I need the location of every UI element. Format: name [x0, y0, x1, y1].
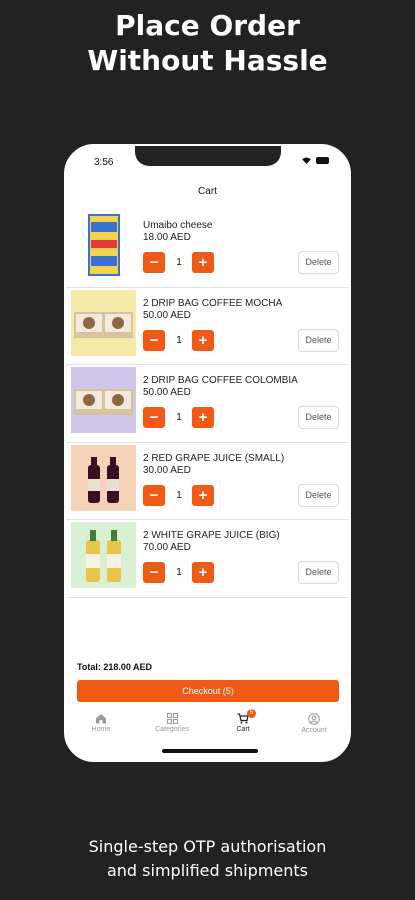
- cart-count-badge: 5: [247, 709, 256, 718]
- item-price: 50.00 AED: [143, 309, 191, 321]
- tab-label: Home: [91, 726, 111, 733]
- phone-notch: [135, 146, 281, 166]
- item-price: 18.00 AED: [143, 232, 191, 243]
- item-name: 2 DRIP BAG COFFEE COLOMBIA: [143, 375, 298, 386]
- promo-headline: Place Order Without Hassle: [0, 8, 415, 78]
- grid-icon: [166, 713, 178, 724]
- tab-categories[interactable]: Categories: [142, 712, 202, 733]
- headline-line-1: Place Order: [115, 9, 300, 42]
- cart-item: 2 DRIP BAG COFFEE COLOMBIA 50.00 AED − 1…: [66, 365, 349, 443]
- item-quantity: 1: [176, 567, 182, 578]
- item-quantity: 1: [176, 489, 182, 501]
- item-price: 30.00 AED: [143, 464, 191, 476]
- decrease-qty-button[interactable]: −: [143, 407, 165, 428]
- cart-total: Total: 218.00 AED: [77, 662, 153, 672]
- promo-caption: Single-step OTP authorisation and simpli…: [0, 835, 415, 883]
- checkout-button[interactable]: Checkout (5): [77, 680, 339, 702]
- decrease-qty-button[interactable]: −: [143, 252, 165, 273]
- delete-button[interactable]: Delete: [298, 483, 339, 507]
- home-icon: [96, 714, 106, 724]
- product-image-coffee-colombia: [71, 367, 136, 433]
- tab-label: Account: [301, 727, 327, 734]
- phone-frame: 3:56 Cart Umaibo cheese 18.00 AED − 1 + …: [64, 144, 351, 762]
- page-title: Cart: [198, 186, 217, 197]
- item-quantity: 1: [176, 257, 182, 268]
- delete-button[interactable]: Delete: [298, 328, 339, 352]
- decrease-qty-button[interactable]: −: [143, 484, 165, 506]
- home-indicator: [162, 749, 258, 753]
- delete-button[interactable]: Delete: [298, 406, 339, 429]
- caption-line-2: and simplified shipments: [106, 861, 309, 880]
- increase-qty-button[interactable]: +: [192, 562, 214, 583]
- cart-item: Umaibo cheese 18.00 AED − 1 + Delete: [66, 210, 349, 288]
- tab-label: Cart: [236, 726, 250, 733]
- increase-qty-button[interactable]: +: [192, 252, 214, 273]
- tab-bar: Home Categories 5 Cart Account: [66, 709, 349, 744]
- product-image-umaibo: [71, 212, 136, 278]
- delete-button[interactable]: Delete: [298, 251, 339, 274]
- cart-item: 2 WHITE GRAPE JUICE (BIG) 70.00 AED − 1 …: [66, 520, 349, 598]
- product-image-white-grape-juice: [71, 522, 136, 588]
- item-price: 50.00 AED: [143, 387, 191, 398]
- item-name: 2 DRIP BAG COFFEE MOCHA: [143, 297, 283, 309]
- item-name: Umaibo cheese: [143, 220, 213, 231]
- tab-label: Categories: [155, 726, 189, 733]
- cart-list: Umaibo cheese 18.00 AED − 1 + Delete 2 D…: [66, 210, 349, 598]
- battery-icon: [316, 157, 329, 164]
- tab-home[interactable]: Home: [71, 712, 131, 733]
- headline-line-2: Without Hassle: [87, 44, 328, 77]
- item-quantity: 1: [176, 334, 182, 346]
- status-time: 3:56: [94, 157, 114, 168]
- tab-account[interactable]: Account: [284, 712, 344, 734]
- delete-button[interactable]: Delete: [298, 561, 339, 584]
- increase-qty-button[interactable]: +: [192, 329, 214, 351]
- item-price: 70.00 AED: [143, 542, 191, 553]
- increase-qty-button[interactable]: +: [192, 484, 214, 506]
- increase-qty-button[interactable]: +: [192, 407, 214, 428]
- item-name: 2 RED GRAPE JUICE (SMALL): [143, 452, 285, 464]
- wifi-icon: [302, 157, 311, 164]
- cart-item: 2 DRIP BAG COFFEE MOCHA 50.00 AED − 1 + …: [66, 288, 349, 365]
- account-icon: [308, 713, 320, 725]
- cart-item: 2 RED GRAPE JUICE (SMALL) 30.00 AED − 1 …: [66, 443, 349, 520]
- decrease-qty-button[interactable]: −: [143, 329, 165, 351]
- decrease-qty-button[interactable]: −: [143, 562, 165, 583]
- caption-line-1: Single-step OTP authorisation: [88, 837, 327, 856]
- product-image-coffee-mocha: [71, 289, 136, 356]
- product-image-red-grape-juice: [71, 444, 136, 511]
- item-quantity: 1: [176, 412, 182, 423]
- tab-cart[interactable]: 5 Cart: [213, 709, 273, 733]
- item-name: 2 WHITE GRAPE JUICE (BIG): [143, 530, 280, 541]
